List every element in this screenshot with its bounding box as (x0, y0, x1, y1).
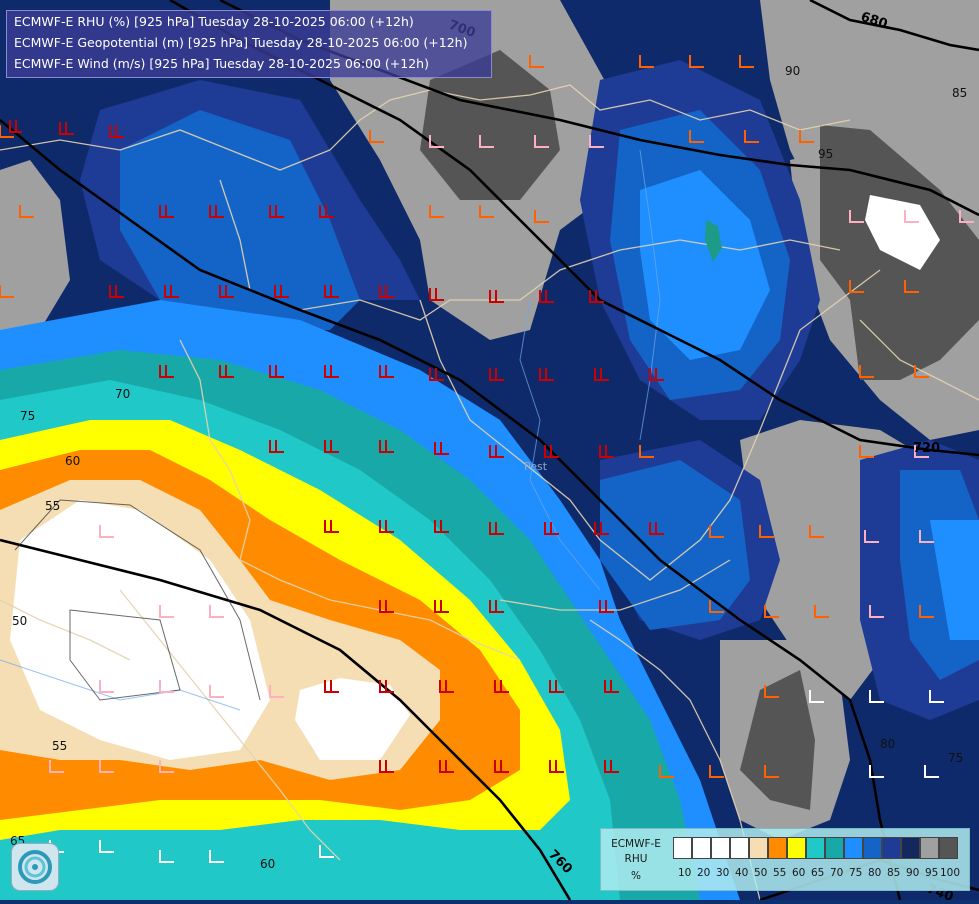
place-labels: Pest (524, 460, 548, 473)
legend-tick: 30 (716, 867, 730, 879)
weather-map: 700 680 720 760 740 90 95 85 70 75 60 55… (0, 0, 979, 904)
legend-swatch (844, 837, 863, 859)
rhu-label-90: 90 (785, 64, 800, 78)
rhu-label-75b: 75 (948, 751, 963, 765)
legend-name-line3: % (631, 870, 641, 882)
legend-swatch (882, 837, 901, 859)
legend-tick: 55 (773, 867, 787, 879)
legend-tick: 10 (678, 867, 692, 879)
legend-tick: 70 (830, 867, 844, 879)
legend-name-line2: RHU (624, 853, 648, 865)
rhu-label-60: 60 (65, 454, 80, 468)
rhu-label-60b: 60 (260, 857, 275, 871)
legend-swatch (787, 837, 806, 859)
legend-tick: 20 (697, 867, 711, 879)
legend-tick: 100 (940, 867, 961, 879)
legend-swatch (730, 837, 749, 859)
map-canvas: 700 680 720 760 740 90 95 85 70 75 60 55… (0, 0, 979, 904)
legend-swatch (673, 837, 692, 859)
rhu-label-50: 50 (12, 614, 27, 628)
legend-tick: 95 (925, 867, 939, 879)
title-line-geopotential: ECMWF-E Geopotential (m) [925 hPa] Tuesd… (14, 35, 468, 50)
geo-label-720: 720 (913, 441, 940, 456)
legend-tick: 50 (754, 867, 768, 879)
title-line-wind: ECMWF-E Wind (m/s) [925 hPa] Tuesday 28-… (14, 56, 429, 71)
legend-swatch (768, 837, 787, 859)
legend-tick: 60 (792, 867, 806, 879)
legend-swatch (939, 837, 958, 859)
rhu-label-70: 70 (115, 387, 130, 401)
legend-tick: 65 (811, 867, 825, 879)
rhu-label-55: 55 (45, 499, 60, 513)
legend-swatch (749, 837, 768, 859)
legend-swatch (920, 837, 939, 859)
place-label-pest: Pest (524, 460, 548, 473)
legend-swatch (711, 837, 730, 859)
rhu-label-55b: 55 (52, 739, 67, 753)
legend-tick: 85 (887, 867, 901, 879)
color-legend: ECMWF-E RHU % 10 20 30 40 50 55 60 65 70 75 80 85 90… (600, 828, 970, 891)
rhu-label-80: 80 (880, 737, 895, 751)
legend-tick: 75 (849, 867, 863, 879)
title-line-rhu: ECMWF-E RHU (%) [925 hPa] Tuesday 28-10-… (14, 14, 414, 29)
legend-tick: 80 (868, 867, 882, 879)
legend-swatch (863, 837, 882, 859)
legend-tick: 40 (735, 867, 749, 879)
legend-swatch (901, 837, 920, 859)
legend-name-line1: ECMWF-E (611, 838, 661, 850)
legend-swatch (825, 837, 844, 859)
rhu-label-85: 85 (952, 86, 967, 100)
rhu-label-75: 75 (20, 409, 35, 423)
legend-swatch (806, 837, 825, 859)
ecmwf-logo (11, 843, 59, 891)
title-box: ECMWF-E RHU (%) [925 hPa] Tuesday 28-10-… (6, 10, 492, 78)
legend-swatch (692, 837, 711, 859)
rhu-label-95: 95 (818, 147, 833, 161)
ecmwf-swirl-logo-icon (18, 850, 52, 884)
legend-tick: 90 (906, 867, 920, 879)
